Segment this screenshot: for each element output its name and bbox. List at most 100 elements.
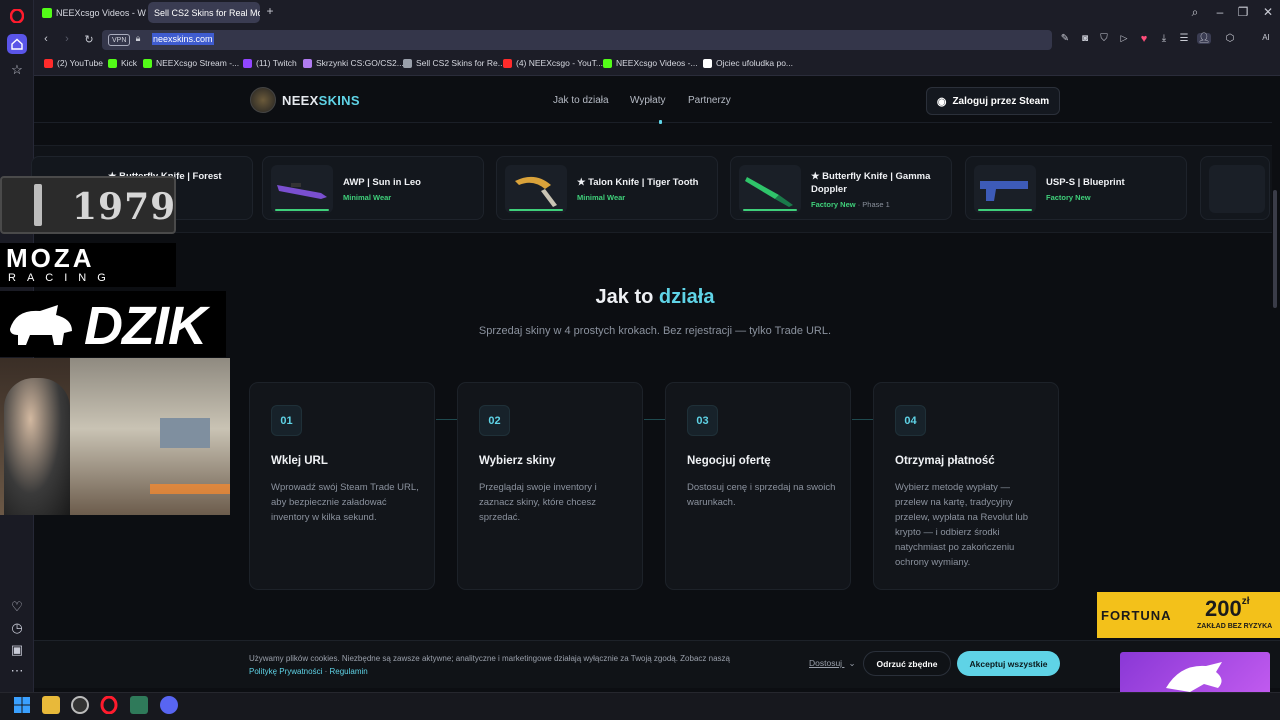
edit-icon[interactable]: ✎ bbox=[1058, 33, 1072, 44]
heading-part-a: Jak to bbox=[595, 286, 654, 308]
tab-label: NEEXcsgo Videos - Watch bbox=[56, 7, 146, 18]
heart-icon[interactable]: ♡ bbox=[7, 597, 27, 617]
skin-image bbox=[1209, 165, 1265, 213]
camera-icon[interactable]: ◙ bbox=[1078, 33, 1092, 44]
bookmark-kick[interactable]: Kick bbox=[108, 58, 137, 68]
bookmark-neexcsgo-videos[interactable]: NEEXcsgo Videos -... bbox=[603, 58, 698, 68]
bookmark-youtube[interactable]: (2) YouTube bbox=[44, 58, 103, 68]
bookmark-label: Ojciec ufoludka po... bbox=[716, 58, 794, 68]
skin-wear-bar bbox=[743, 209, 797, 211]
step-description: Wybierz metodę wypłaty — przelew na kart… bbox=[895, 482, 1029, 568]
bookmark-neexcsgo-youtube[interactable]: (4) NEEXcsgo - YouT... bbox=[503, 58, 603, 68]
step-title: Wybierz skiny bbox=[479, 455, 556, 467]
url-text[interactable]: neexskins.com bbox=[152, 33, 214, 45]
fortuna-amount: 200zł bbox=[1205, 596, 1250, 622]
bookmark-label: NEEXcsgo Videos -... bbox=[616, 58, 698, 68]
step-card: 01 Wklej URL Wprowadź swój Steam Trade U… bbox=[249, 382, 435, 590]
opera-app-icon[interactable] bbox=[100, 695, 118, 715]
more-icon[interactable]: ⋯ bbox=[7, 661, 27, 681]
bookmark-label: Sell CS2 Skins for Re... bbox=[416, 58, 505, 68]
step-description: Przeglądaj swoje inventory i zaznacz ski… bbox=[479, 482, 597, 523]
accept-cookies-button[interactable]: Akceptuj wszystkie bbox=[957, 651, 1060, 676]
skin-name: AWP | Sun in Leo bbox=[343, 177, 421, 188]
vpn-badge[interactable]: VPN bbox=[108, 34, 131, 46]
extensions-icon[interactable]: ⬡ bbox=[1223, 33, 1237, 44]
bookmark-tiktok[interactable]: Ojciec ufoludka po... bbox=[703, 58, 793, 68]
skin-card[interactable]: AWP | Sun in Leo Minimal Wear bbox=[262, 156, 484, 220]
bookmark-twitch[interactable]: (11) Twitch bbox=[243, 58, 297, 68]
back-icon[interactable]: ‹ bbox=[39, 33, 53, 45]
gift-icon[interactable]: ▣ bbox=[7, 640, 27, 660]
nav-partners[interactable]: Partnerzy bbox=[688, 95, 731, 106]
menu-icon[interactable]: ☰ bbox=[1177, 33, 1191, 44]
logo-avatar[interactable] bbox=[250, 87, 276, 113]
skin-wear-bar bbox=[275, 209, 329, 211]
moza-text: MOZA bbox=[6, 243, 95, 273]
case-icon bbox=[303, 58, 312, 68]
skin-wear-bar bbox=[978, 209, 1032, 211]
skin-card[interactable]: ★ Butterfly Knife | Gamma Doppler Factor… bbox=[730, 156, 952, 220]
download-icon[interactable]: ⤓ bbox=[1157, 33, 1171, 44]
nav-payouts[interactable]: Wypłaty bbox=[630, 95, 665, 106]
opera-logo-icon[interactable] bbox=[7, 6, 27, 26]
skin-card[interactable]: ★ Talon Knife | Tiger Tooth Minimal Wear bbox=[496, 156, 718, 220]
cookie-separator: · bbox=[324, 667, 328, 676]
fortuna-subtext: ZAKŁAD BEZ RYZYKA bbox=[1197, 623, 1273, 630]
reload-icon[interactable]: ↻ bbox=[82, 33, 96, 46]
privacy-policy-link[interactable]: Politykę Prywatności bbox=[249, 667, 322, 676]
dzik-text: DZIK bbox=[84, 296, 207, 356]
steam-login-button[interactable]: ◉ Zaloguj przez Steam bbox=[926, 87, 1060, 115]
skin-image bbox=[505, 165, 567, 213]
history-icon[interactable]: ◷ bbox=[7, 618, 27, 638]
aria-ai-button[interactable]: AI bbox=[1255, 33, 1277, 42]
skin-card[interactable] bbox=[1200, 156, 1270, 220]
shield-icon[interactable]: ⛉ bbox=[1097, 33, 1111, 44]
bookmark-label: Skrzynki CS:GO/CS2... bbox=[316, 58, 404, 68]
bookmark-skrzynki[interactable]: Skrzynki CS:GO/CS2... bbox=[303, 58, 404, 68]
step-number: 02 bbox=[479, 405, 510, 436]
heart-icon[interactable]: ♥ bbox=[1137, 33, 1151, 45]
bookmark-neexcsgo-stream[interactable]: NEEXcsgo Stream -... bbox=[143, 58, 239, 68]
tab-sell-cs2-skins[interactable]: Sell CS2 Skins for Real Mo bbox=[148, 2, 260, 23]
step-title: Otrzymaj płatność bbox=[895, 455, 995, 467]
tab-bar: NEEXcsgo Videos - Watch Sell CS2 Skins f… bbox=[34, 0, 1280, 26]
star-icon[interactable]: ☆ bbox=[7, 60, 27, 80]
profile-icon[interactable]: 👤︎ bbox=[1197, 33, 1211, 44]
close-icon[interactable]: ✕ bbox=[1261, 5, 1275, 19]
app-icon[interactable] bbox=[130, 696, 148, 714]
person-shape bbox=[4, 378, 70, 515]
overlay-fortuna-ad: FORTUNA 200zł ZAKŁAD BEZ RYZYKA bbox=[1097, 592, 1280, 638]
restore-icon[interactable]: ❐ bbox=[1236, 5, 1250, 19]
customize-button[interactable]: Dostosuj ⌄ bbox=[809, 658, 856, 669]
steam-login-label: Zaloguj przez Steam bbox=[952, 95, 1050, 107]
windows-start-icon[interactable] bbox=[13, 696, 31, 714]
tab-label: Sell CS2 Skins for Real Mo bbox=[154, 7, 260, 18]
forward-icon[interactable]: › bbox=[60, 33, 74, 45]
step-card: 04 Otrzymaj płatność Wybierz metodę wypł… bbox=[873, 382, 1059, 590]
nav-how-it-works[interactable]: Jak to działa bbox=[553, 95, 609, 106]
step-card: 03 Negocjuj ofertę Dostosuj cenę i sprze… bbox=[665, 382, 851, 590]
url-field[interactable] bbox=[102, 30, 1052, 50]
skin-name: ★ Butterfly Knife | Gamma Doppler bbox=[811, 171, 931, 195]
play-icon[interactable]: ▷ bbox=[1117, 33, 1131, 44]
discord-icon[interactable] bbox=[160, 696, 178, 714]
kick-icon bbox=[603, 58, 612, 68]
fortuna-amount-value: 200 bbox=[1205, 596, 1242, 621]
terms-link[interactable]: Regulamin bbox=[330, 667, 368, 676]
page-scrollbar[interactable] bbox=[1273, 190, 1277, 308]
lock-icon[interactable]: 🔒︎ bbox=[131, 33, 145, 44]
search-tabs-icon[interactable]: ⌕ bbox=[1188, 5, 1202, 20]
file-explorer-icon[interactable] bbox=[42, 696, 60, 714]
steam-app-icon[interactable] bbox=[71, 696, 89, 714]
customize-label: Dostosuj bbox=[809, 658, 843, 668]
tab-neexcsgo-videos[interactable]: NEEXcsgo Videos - Watch bbox=[36, 2, 146, 23]
home-icon[interactable] bbox=[7, 34, 27, 54]
step-connector bbox=[436, 419, 458, 420]
reject-cookies-button[interactable]: Odrzuć zbędne bbox=[863, 651, 951, 676]
minimize-icon[interactable]: – bbox=[1213, 5, 1227, 19]
site-logo[interactable]: NEEXSKINS bbox=[282, 93, 360, 108]
bookmark-sell-cs2[interactable]: Sell CS2 Skins for Re... bbox=[403, 58, 505, 68]
skin-card[interactable]: USP-S | Blueprint Factory New bbox=[965, 156, 1187, 220]
skin-condition-label: Factory New bbox=[811, 200, 856, 209]
new-tab-button[interactable]: + bbox=[263, 4, 277, 18]
